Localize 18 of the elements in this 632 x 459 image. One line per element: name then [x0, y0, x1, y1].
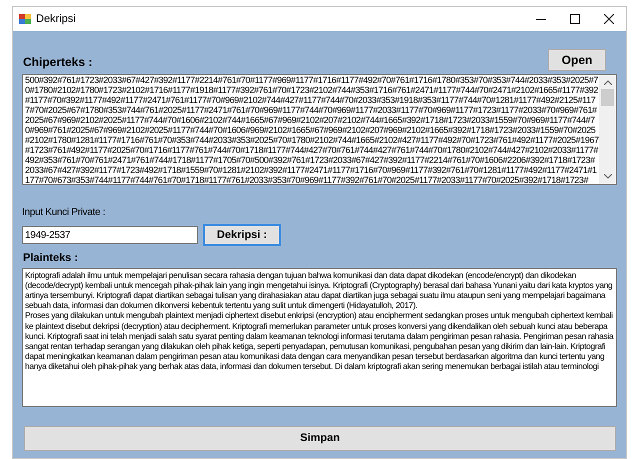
close-icon: [604, 14, 614, 24]
key-label: Input Kunci Private :: [22, 206, 106, 220]
scrollbar[interactable]: [599, 75, 616, 184]
save-button[interactable]: Simpan: [24, 426, 616, 450]
ciphertext-field[interactable]: 500#392#761#1723#2033#67#427#392#1177#2214#761#70#1177#969#1177#1716#1177#492#70#761#1716#1780#353#70#353#744#2033#353#2025#70#1780#2102#1780#1723#2102#1716#1177#1918#1177#392#761#70#1723#2102#744#353#1716#761#2471#1177#744#70#2471#2102#1665#1177#392#1177#70#392#1177#492#1177#2471#761#1177#70#969#2102#744#427#1177#744#70#2033#353#1918#353#1177#744#70#1281#1177#492#2125#1177#70#2025#67#1780#353#744#761#2025#1177#2471#761#70#969#1177#744#70#969#1177#2033#1177#70#969#1177#1723#1177#2033#70#969#761#2025#67#969#2102#2025#1177#744#70#1606#2102#744#1665#67#969#2102#207#2102#744#1665#392#1718#1723#2033#1559#70#969#1177#744#70#969#761#2025#67#969#2102#2025#1177#744#70#1606#969#2102#1665#67#969#2102#207#969#2102#1665#392#1718#1723#2033#1559#70#2025#2102#1780#1281#1177#1716#761#70#353#744#2033#353#2025#70#1780#2102#744#1665#2102#427#1177#492#70#1723#761#492#1177#2025#1967#1723#761#492#1177#2025#70#1716#1177#761#744#70#1718#1177#744#427#70#761#744#427#761#744#70#1780#2102#744#427#2102#2033#1177#492#353#761#70#761#2471#761#744#1718#1177#1705#70#500#392#761#1723#2033#67#427#392#1177#2214#761#70#1606#2206#392#1718#1723#2033#67#427#392#1177#1723#492#1718#1559#70#1281#2102#392#1177#2471#1177#1716#70#969#1177#392#761#70#1281#1177#492#1177#2471#1177#70#673#353#744#1177#744#761#70#1718#1177#761#2033#353#70#969#1177#392#761#70#2025#1177#2033#1177#70#2025#392#1718#1723#: [22, 74, 617, 185]
open-button[interactable]: Open: [548, 49, 606, 71]
maximize-icon: [570, 14, 580, 24]
minimize-icon: [536, 18, 546, 20]
decrypt-button[interactable]: Dekripsi :: [203, 224, 281, 246]
window-title: Dekripsi: [36, 12, 76, 27]
scrollbar-thumb[interactable]: [601, 89, 614, 106]
app-icon: [19, 13, 31, 25]
plaintext-label: Plainteks :: [23, 251, 80, 266]
scroll-up-icon: [604, 80, 612, 85]
scroll-down-icon: [604, 174, 612, 179]
key-field[interactable]: 1949-2537: [22, 226, 198, 244]
ciphertext-label: Chiperteks :: [23, 54, 92, 71]
plaintext-field[interactable]: Kriptografi adalah ilmu untuk mempelajari penulisan secara rahasia dengan tujuan bahwa komunikasi dan data dapat dikodekan (encode/encrypt) dan dikodekan (decode/decrypt) kembali untuk mencegah pihak-pihak lain yang ingin mengetahui isinya. Kriptografi (Cryptography) berasal dari bahasa Yunani yaitu dari kata kryptos yang artinya tersembunyi. Kriptografi dapat diartikan sebagai tulisan yang dirahasiakan atau dapat diartikan juga sebagai suatu ilmu ataupun seni yang mempelajari bagaimana sebuah data, informasi dan dokumen dikonversi kebentuk tertentu yang sulit untuk dimengerti (Hidayatulloh, 2017). Proses yang dilakukan untuk mengubah plaintext menjadi ciphertext disebut enkripsi (encryption) atau encipherment sedangkan proses untuk mengubah ciphertext kembali ke plaintext disebut dekripsi (decryption) atau decipherment. Kriptografi memerlukan parameter untuk proses konversi yang dikendalikan oleh sebuah kunci atau beberapa kunci. Kriptografi saat ini telah menjadi salah satu syarat penting dalam keamanan teknologi informasi terutama dalam pengiriman pesan rahasia. Pengiriman pesan rahasia sangat rentan terhadap serangan yang dilakukan oleh pihak ketiga, seperti penyadapan, pemutusan komunikasi, pengubahan pesan yang dikirim dan lain-lain. Kriptografi dapat meningkatkan keamanan dalam pengiriman pesan atau komunikasi data dengan cara menyandikan pesan tersebut berdasarkan algoritma dan kunci tertentu yang hanya diketahui oleh pihak-pihak yang berhak atas data, informasi dan dokumen tersebut. Di dalam kriptografi akan sering menemukan berbagai istilah atau terminologi: [22, 268, 617, 406]
